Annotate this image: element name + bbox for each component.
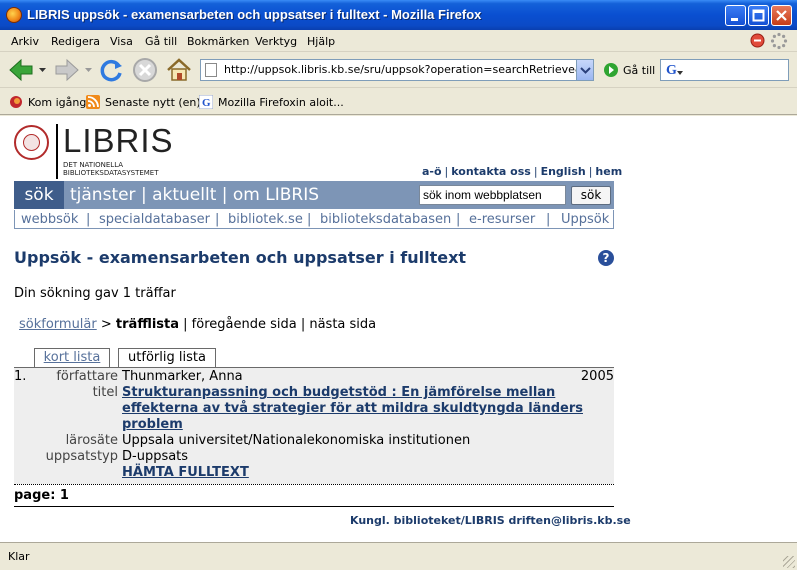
stop-loading-icon[interactable] (750, 33, 765, 48)
maximize-icon (752, 9, 765, 22)
window-title: LIBRIS uppsök - examensarbeten och uppsa… (27, 7, 482, 22)
libris-logo-subtitle: DET NATIONELLA BIBLIOTEKSDATASYSTEMET (63, 161, 159, 177)
menu-visa[interactable]: Visa (110, 35, 133, 48)
hit-count: Din sökning gav 1 träffar (14, 286, 176, 301)
page-indicator: page: 1 (14, 488, 69, 503)
link-hem[interactable]: hem (595, 165, 622, 178)
go-arrow-icon (604, 63, 618, 77)
menu-bokmarken[interactable]: Bokmärken (187, 35, 249, 48)
institution-label: lärosäte (65, 433, 118, 448)
breadcrumb: sökformulär > träfflista | föregående si… (19, 317, 377, 332)
footer-divider (14, 506, 614, 507)
fulltext-link[interactable]: HÄMTA FULLTEXT (122, 465, 592, 481)
back-arrow-icon[interactable] (7, 57, 35, 83)
svg-text:G: G (202, 97, 211, 109)
author-value: Thunmarker, Anna (122, 369, 243, 384)
firefox-icon (6, 7, 22, 23)
libris-logo[interactable]: LIBRIS (63, 122, 174, 160)
menu-arkiv[interactable]: Arkiv (11, 35, 39, 48)
subnav-webbsok[interactable]: webbsök (21, 212, 78, 227)
window-titlebar[interactable]: LIBRIS uppsök - examensarbeten och uppsa… (0, 0, 797, 30)
url-bar[interactable]: http://uppsok.libris.kb.se/sru/uppsok?op… (200, 59, 594, 81)
crumb-paging: | föregående sida | nästa sida (183, 317, 377, 332)
subnav-uppsok[interactable]: Uppsök (561, 212, 609, 227)
reload-icon[interactable] (97, 56, 125, 84)
help-icon[interactable]: ? (598, 250, 614, 266)
subnav-bibliotek-se[interactable]: bibliotek.se (228, 212, 303, 227)
bookmark-kom-igang[interactable]: Kom igång (9, 95, 86, 109)
url-dropdown-button[interactable] (576, 60, 593, 80)
nav-links[interactable]: tjänster | aktuellt | om LIBRIS (70, 185, 319, 205)
bookmark-senaste-nytt[interactable]: Senaste nytt (en) (86, 95, 201, 109)
list-item: 1. 2005 författare Thunmarker, Anna tite… (14, 368, 614, 484)
forward-arrow-icon[interactable] (53, 57, 81, 83)
crumb-trafflista: träfflista (115, 317, 180, 332)
thesis-type-value: D-uppsats (122, 449, 189, 464)
subnav-biblioteksdatabasen[interactable]: biblioteksdatabasen (320, 212, 451, 227)
record-divider (14, 484, 614, 485)
link-english[interactable]: English (541, 165, 586, 178)
footer-text[interactable]: Kungl. biblioteket/LIBRIS driften@libris… (350, 514, 631, 527)
record-title-link[interactable]: Strukturanpassning och budgetstöd : En j… (122, 385, 592, 433)
site-navigation: sök tjänster | aktuellt | om LIBRIS sök (14, 181, 614, 209)
logo-divider (56, 124, 58, 179)
site-search-button[interactable]: sök (571, 186, 611, 205)
bookmark-mozilla-firefoxin[interactable]: G Mozilla Firefoxin aloit... (199, 95, 344, 109)
menu-ga-till[interactable]: Gå till (145, 35, 177, 48)
institution-value: Uppsala universitet/Nationalekonomiska i… (122, 433, 471, 448)
title-label: titel (92, 385, 118, 400)
site-search-input[interactable] (419, 185, 566, 205)
sub-navigation: webbsök | specialdatabaser | bibliotek.s… (14, 210, 614, 229)
menu-verktyg[interactable]: Verktyg (255, 35, 297, 48)
throbber-icon (770, 32, 788, 50)
minimize-icon (731, 18, 738, 21)
status-bar: Klar (0, 542, 797, 570)
nav-tab-sok[interactable]: sök (14, 181, 64, 209)
record-number: 1. (14, 369, 27, 384)
forward-dropdown-icon[interactable] (84, 66, 93, 74)
menu-hjalp[interactable]: Hjälp (307, 35, 335, 48)
maximize-button[interactable] (748, 5, 769, 26)
scrollbar[interactable] (780, 116, 797, 542)
close-button[interactable] (771, 5, 792, 26)
close-icon (776, 10, 787, 21)
subnav-specialdatabaser[interactable]: specialdatabaser (99, 212, 210, 227)
go-label: Gå till (623, 64, 656, 77)
tab-utforlig-lista[interactable]: utförlig lista (118, 348, 216, 369)
go-button[interactable]: Gå till (604, 63, 655, 77)
subnav-e-resurser[interactable]: e-resurser (469, 212, 535, 227)
menu-bar: Arkiv Redigera Visa Gå till Bokmärken Ve… (0, 30, 797, 52)
page-title: Uppsök - examensarbeten och uppsatser i … (14, 248, 467, 267)
rss-feed-icon (86, 95, 100, 109)
url-text[interactable]: http://uppsok.libris.kb.se/sru/uppsok?op… (224, 63, 576, 76)
page-content: LIBRIS DET NATIONELLA BIBLIOTEKSDATASYST… (0, 116, 797, 542)
bookmarks-toolbar: Kom igång Senaste nytt (en) G Mozilla Fir… (0, 88, 797, 115)
home-icon[interactable] (165, 56, 193, 84)
crumb-sokformular[interactable]: sökformulär (19, 317, 97, 332)
google-engine-icon[interactable]: G (666, 63, 677, 79)
resize-grip[interactable] (783, 556, 795, 568)
link-a-o[interactable]: a-ö (422, 165, 442, 178)
stop-icon[interactable] (131, 56, 159, 84)
back-dropdown-icon[interactable] (38, 66, 47, 74)
menu-redigera[interactable]: Redigera (51, 35, 100, 48)
status-text: Klar (8, 550, 30, 563)
firefox-bookmark-icon (10, 96, 22, 108)
tab-kort-lista[interactable]: kort lista (34, 348, 110, 368)
minimize-button[interactable] (725, 5, 746, 26)
navigation-toolbar: http://uppsok.libris.kb.se/sru/uppsok?op… (0, 52, 797, 88)
web-search-field[interactable]: G (660, 59, 789, 81)
page-icon (205, 63, 217, 77)
kb-seal-logo (14, 125, 49, 160)
top-links: a-ö | kontakta oss | English | hem (422, 165, 623, 178)
thesis-type-label: uppsatstyp (45, 449, 118, 464)
chevron-down-icon (580, 67, 591, 74)
link-kontakta-oss[interactable]: kontakta oss (451, 165, 531, 178)
engine-dropdown-icon (677, 71, 683, 75)
google-bookmark-icon: G (199, 95, 213, 109)
author-label: författare (56, 369, 118, 384)
